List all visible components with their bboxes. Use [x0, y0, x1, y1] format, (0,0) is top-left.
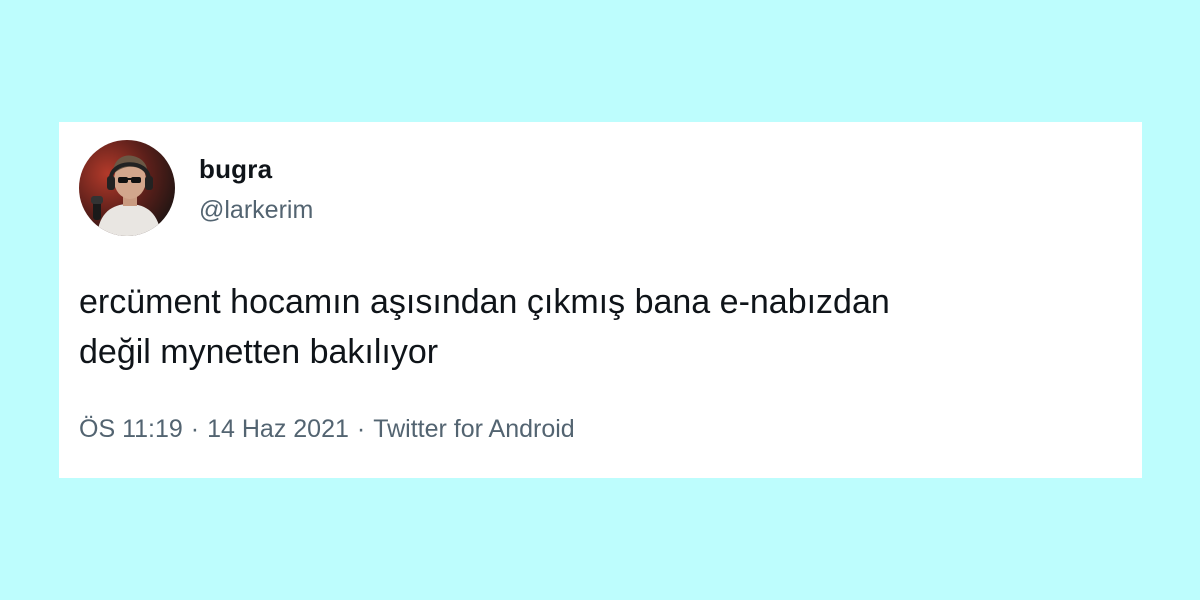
meta-separator: · — [190, 415, 200, 443]
tweet-meta: ÖS 11:19 · 14 Haz 2021 · Twitter for Android — [79, 415, 575, 444]
tweet-source[interactable]: Twitter for Android — [373, 415, 574, 443]
tweet-text-line: değil mynetten bakılıyor — [79, 333, 439, 371]
meta-separator: · — [356, 415, 366, 443]
profile-photo-icon — [79, 140, 175, 236]
display-name[interactable]: bugra — [199, 154, 272, 185]
tweet-time[interactable]: ÖS 11:19 — [79, 415, 183, 443]
tweet-text: ercüment hocamın aşısından çıkmış bana e… — [79, 277, 1129, 377]
user-handle[interactable]: @larkerim — [199, 196, 313, 225]
tweet-card: bugra @larkerim ercüment hocamın aşısınd… — [59, 122, 1142, 478]
avatar[interactable] — [79, 140, 175, 236]
tweet-text-line: ercüment hocamın aşısından çıkmış bana e… — [79, 283, 890, 321]
tweet-date[interactable]: 14 Haz 2021 — [207, 415, 349, 443]
